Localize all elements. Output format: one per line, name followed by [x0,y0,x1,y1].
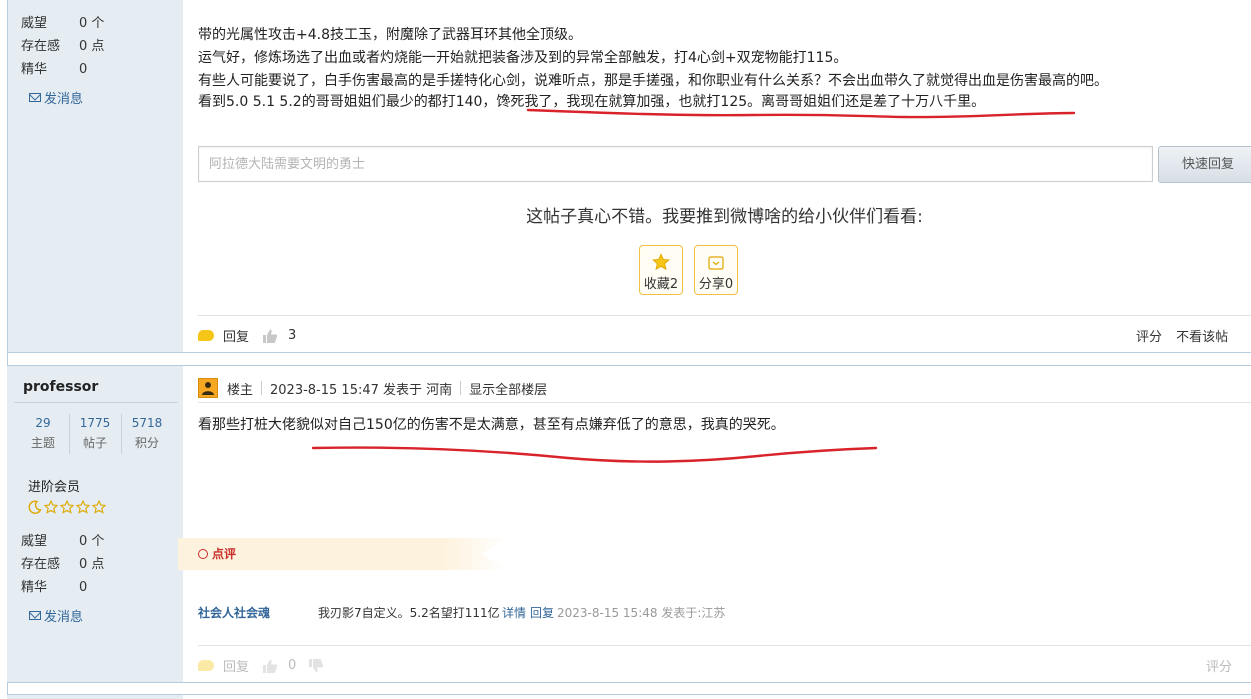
share-prompt: 这帖子真心不错。我要推到微博啥的给小伙伴们看看: [526,207,923,227]
red-underline-annotation [311,446,878,463]
member-rank[interactable]: 进阶会员 [28,476,80,495]
meta-divider [460,381,462,395]
comment-text: 我刃影7自定义。5.2名望打111亿 [318,606,500,620]
post-separator [7,682,1251,683]
star-icon [44,500,58,514]
share-button[interactable]: 分享0 [694,245,738,295]
like-count: 0 [288,658,297,673]
stat-topics[interactable]: 29 主题 [18,413,68,453]
quick-reply-box [198,146,1153,182]
envelope-icon [29,611,41,620]
next-author-sidebar [7,695,183,699]
post-top-border [7,365,1251,366]
post-content-line: 有些人可能要说了，白手伤害最高的是手搓特化心剑，说难听点，那是手搓强，和你职业有… [198,73,1108,89]
share-icon [708,256,724,270]
post-content-line: 运气好，修炼场选了出血或者灼烧能一开始就把装备涉及到的异常全部触发，打4心剑+双… [198,50,848,66]
star-icon [76,500,90,514]
stat-digest: 精华 0 [21,580,88,595]
op-avatar-icon [198,378,218,398]
circle-icon [198,548,208,559]
rate-link[interactable]: 评分 [1136,330,1162,345]
dianping-label: 点评 [198,545,236,562]
post-meta: 楼主 2023-8-15 15:47 发表于 河南 显示全部楼层 [198,376,547,400]
quick-reply-input[interactable] [199,147,1152,181]
sidebar-divider [14,402,178,403]
rank-stars [28,500,106,514]
post-datetime: 2023-8-15 15:47 发表于 河南 [270,382,453,398]
post-top-border [7,694,1251,695]
stat-points[interactable]: 5718 积分 [122,413,172,453]
comment-reply-link[interactable]: 回复 [530,604,554,621]
thumbs-down-icon[interactable] [308,658,324,674]
red-underline-annotation [526,108,1076,119]
comment-detail-link[interactable]: 详情 [502,604,526,621]
post-divider [198,315,1251,316]
thumbs-up-icon[interactable] [262,328,278,344]
meta-divider [261,381,263,395]
moon-icon [28,500,42,514]
comment-meta: 2023-8-15 15:48 发表于:江苏 [557,606,726,620]
reply-link[interactable]: 回复 [223,656,249,675]
thumbs-up-icon[interactable] [262,658,278,674]
post-divider [198,645,1251,646]
star-icon [60,500,74,514]
stat-weiwang: 威望 0 个 [21,534,105,549]
reply-bubble-icon [198,660,214,671]
like-count: 3 [288,328,297,343]
stat-presence: 存在感 0 点 [21,557,105,572]
reply-bubble-icon [198,330,214,341]
post-separator [7,352,1251,353]
post-actions-right: 评分 不看该帖 [1136,326,1228,345]
send-message-link[interactable]: 发消息 [29,88,83,107]
stat-posts[interactable]: 1775 帖子 [70,413,120,453]
show-all-floors-link[interactable]: 显示全部楼层 [469,379,547,398]
author-username[interactable]: professor [23,379,98,395]
envelope-icon [29,93,41,102]
star-icon [92,500,106,514]
post-divider [198,402,1251,403]
stat-weiwang: 威望 0 个 [21,16,105,31]
stat-presence: 存在感 0 点 [21,39,105,54]
favorite-button[interactable]: 收藏2 [639,245,683,295]
star-icon [652,253,670,271]
reply-link[interactable]: 回复 [223,326,249,345]
op-label: 楼主 [227,382,254,398]
post-footer: 回复 0 [198,656,324,675]
comment-user[interactable]: 社会人社会魂 [198,604,270,621]
quick-reply-button[interactable]: 快速回复 [1158,146,1251,183]
post-content-line: 带的光属性攻击+4.8技工玉，附魔除了武器耳环其他全顶级。 [198,27,582,43]
send-message-link[interactable]: 发消息 [29,606,83,625]
post-content: 看那些打桩大佬貌似对自己150亿的伤害不是太满意，甚至有点嫌弃低了的意思，我真的… [198,417,785,433]
rate-link[interactable]: 评分 [1206,656,1232,675]
stat-digest: 精华 0 [21,62,88,77]
hide-post-link[interactable]: 不看该帖 [1176,330,1228,345]
post-footer: 回复 3 [198,326,296,345]
